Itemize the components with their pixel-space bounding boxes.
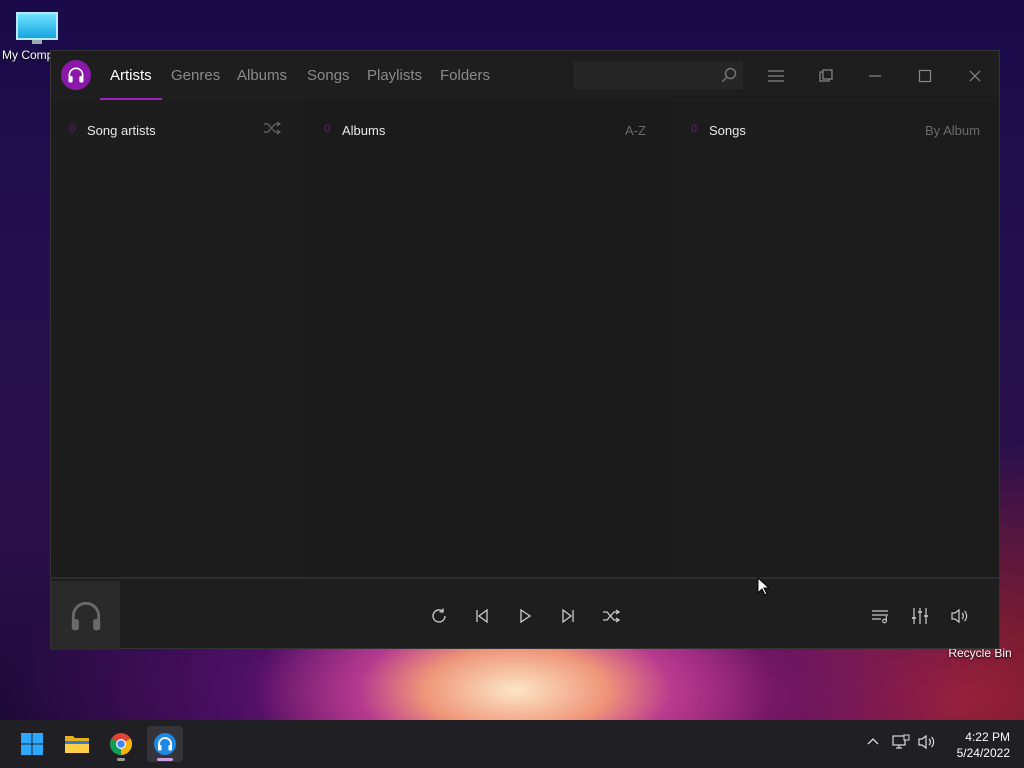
songs-sort-button[interactable]: By Album bbox=[925, 123, 980, 138]
title-bar: Artists Genres Albums Songs Playlists Fo… bbox=[51, 51, 999, 101]
tab-albums[interactable]: Albums bbox=[237, 67, 287, 84]
queue-icon[interactable] bbox=[869, 605, 891, 627]
music-player-window: Artists Genres Albums Songs Playlists Fo… bbox=[50, 50, 1000, 650]
search-icon[interactable] bbox=[721, 67, 737, 88]
hamburger-menu-icon[interactable] bbox=[765, 65, 787, 87]
headphones-icon bbox=[61, 60, 91, 90]
taskbar-file-explorer[interactable] bbox=[59, 726, 95, 762]
headphones-icon bbox=[154, 733, 176, 755]
previous-track-icon[interactable] bbox=[471, 605, 493, 627]
songs-column: 0 Songs By Album bbox=[669, 101, 999, 627]
artists-column-title: Song artists bbox=[87, 123, 156, 138]
start-button[interactable] bbox=[14, 726, 50, 762]
network-icon[interactable] bbox=[892, 734, 910, 755]
songs-column-title: Songs bbox=[709, 123, 746, 138]
player-bar bbox=[51, 577, 999, 650]
songs-count: 0 bbox=[691, 123, 698, 135]
chevron-up-icon[interactable] bbox=[866, 734, 880, 753]
play-icon[interactable] bbox=[514, 605, 536, 627]
shuffle-icon[interactable] bbox=[263, 121, 282, 138]
tab-artists[interactable]: Artists bbox=[110, 67, 152, 84]
clock-time: 4:22 PM bbox=[965, 730, 1010, 744]
search-input[interactable] bbox=[573, 62, 713, 89]
close-icon[interactable] bbox=[964, 65, 986, 87]
running-indicator bbox=[117, 758, 125, 761]
albums-column-title: Albums bbox=[342, 123, 386, 138]
tab-genres[interactable]: Genres bbox=[171, 67, 220, 84]
taskbar-chrome[interactable] bbox=[103, 726, 139, 762]
albums-count: 0 bbox=[324, 123, 331, 135]
mouse-cursor-icon bbox=[757, 576, 771, 602]
system-clock[interactable]: 4:22 PM 5/24/2022 bbox=[944, 729, 1010, 761]
windows-logo-icon bbox=[21, 733, 43, 755]
chrome-icon bbox=[110, 733, 132, 755]
albums-sort-button[interactable]: A-Z bbox=[625, 123, 646, 138]
volume-icon[interactable] bbox=[949, 605, 971, 627]
monitor-icon bbox=[16, 12, 58, 44]
tab-playlists[interactable]: Playlists bbox=[367, 67, 422, 84]
headphones-icon bbox=[71, 601, 100, 630]
repeat-icon[interactable] bbox=[428, 605, 450, 627]
artists-column: 0 Song artists bbox=[51, 101, 305, 627]
active-tab-indicator bbox=[100, 98, 162, 100]
next-track-icon[interactable] bbox=[557, 605, 579, 627]
shuffle-icon[interactable] bbox=[600, 605, 622, 627]
maximize-icon[interactable] bbox=[914, 65, 936, 87]
mini-player-icon[interactable] bbox=[815, 65, 837, 87]
clock-date: 5/24/2022 bbox=[956, 746, 1010, 760]
minimize-icon[interactable] bbox=[864, 65, 886, 87]
album-art-placeholder[interactable] bbox=[51, 581, 120, 650]
artists-count: 0 bbox=[69, 123, 76, 135]
search-box bbox=[573, 62, 743, 89]
albums-column: 0 Albums A-Z bbox=[305, 101, 669, 627]
taskbar-music-player[interactable] bbox=[147, 726, 183, 762]
tab-songs[interactable]: Songs bbox=[307, 67, 350, 84]
tab-folders[interactable]: Folders bbox=[440, 67, 490, 84]
taskbar: 4:22 PM 5/24/2022 bbox=[0, 720, 1024, 768]
equalizer-icon[interactable] bbox=[909, 605, 931, 627]
folder-icon bbox=[65, 736, 89, 753]
running-indicator bbox=[157, 758, 173, 761]
speaker-icon[interactable] bbox=[918, 734, 936, 755]
